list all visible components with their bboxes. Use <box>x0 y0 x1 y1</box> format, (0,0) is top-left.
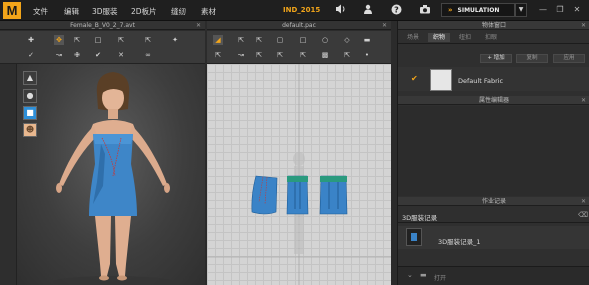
tab-fabric[interactable]: 织物 <box>428 33 450 42</box>
menu-2d-pattern[interactable]: 2D板片 <box>131 6 157 17</box>
folder-icon[interactable]: ▬ <box>362 35 372 45</box>
texture-icon[interactable]: ✕ <box>116 50 126 60</box>
window3d-close-icon[interactable]: ✕ <box>196 21 201 30</box>
history-header: 3D服装记录 <box>402 214 438 222</box>
object-browser-title: 物体窗口 <box>481 22 506 29</box>
tuck-icon[interactable]: ⇱ <box>275 50 285 60</box>
menu-bar: M 文件 编辑 3D服装 2D板片 缝纫 素材 IND_2015 ? » SIMU… <box>0 0 589 21</box>
window3d-toolbar: ✚ ✥ ⇱ □ ⇱ ⇱ ✦ ✓ ↝ ✙ ✔ ✕ ∞ <box>0 31 205 64</box>
polygon-icon[interactable]: ▢ <box>275 35 285 45</box>
history-list-item[interactable] <box>398 226 589 249</box>
select-mesh-icon[interactable]: ⇱ <box>72 35 82 45</box>
segment-sewing-icon[interactable]: ⇱ <box>213 50 223 60</box>
object-browser-close-icon[interactable]: ✕ <box>581 21 586 30</box>
fabric-swatch <box>430 69 452 91</box>
bottom-bar: ⌄ ▬ 打开 <box>398 266 589 285</box>
viewport-3d[interactable] <box>17 64 205 285</box>
simulation-button[interactable]: » SIMULATION <box>441 3 515 17</box>
avatar-pose-icon[interactable]: ✓ <box>26 50 36 60</box>
history-divider <box>398 222 589 223</box>
fold-icon[interactable]: ✙ <box>72 50 82 60</box>
circle-icon[interactable]: ○ <box>320 35 330 45</box>
close-icon[interactable]: ✕ <box>572 5 582 15</box>
window3d-title: Female_B_V0_2_7.avt <box>70 22 135 29</box>
edit-point-icon[interactable]: ⇱ <box>236 35 246 45</box>
window2d-titlebar: default.pac ✕ <box>207 21 391 30</box>
transform-pattern-icon[interactable]: ✥ <box>54 35 64 45</box>
tab-divider <box>398 43 589 44</box>
property-editor-body <box>398 106 589 196</box>
skin-display-icon[interactable]: ☻ <box>23 123 37 137</box>
simulation-play-icon: » <box>448 6 453 14</box>
tab-button[interactable]: 纽扣 <box>454 33 476 42</box>
window2d-toolbar: ◢ ⇱ ⇱ ▢ □ ○ ◇ ▬ ⇱ ↝ ⇱ ⇱ ⇱ ▩ ⇱ • <box>207 31 391 64</box>
minimize-icon[interactable]: — <box>538 5 548 15</box>
transform-2d-icon[interactable]: ◢ <box>213 35 223 45</box>
point-select-icon[interactable]: ⇱ <box>116 35 126 45</box>
fabric-selected-check-icon: ✔ <box>411 74 418 83</box>
restore-icon[interactable]: ❐ <box>555 5 565 15</box>
avatar-render <box>53 72 173 285</box>
property-editor-titlebar: 属性编辑器 ✕ <box>398 96 589 105</box>
svg-text:?: ? <box>394 5 399 14</box>
pin-icon[interactable]: ✦ <box>170 35 180 45</box>
history-delete-icon[interactable]: ⌫ <box>578 211 588 219</box>
window3d-titlebar: Female_B_V0_2_7.avt ✕ <box>0 21 205 30</box>
steam-icon[interactable]: ∞ <box>143 50 153 60</box>
fabric-name: Default Fabric <box>458 77 504 85</box>
footer-label: 打开 <box>434 275 447 282</box>
menu-materials[interactable]: 素材 <box>201 6 216 17</box>
edit-sewing-icon[interactable]: ⇱ <box>298 50 308 60</box>
window3d-side-strip <box>0 64 17 285</box>
window2d-close-icon[interactable]: ✕ <box>382 21 387 30</box>
tab-buttonhole[interactable]: 扣眼 <box>480 33 502 42</box>
button-tool-icon[interactable]: • <box>362 50 372 60</box>
tab-scene[interactable]: 场景 <box>402 33 424 42</box>
menu-3d-garment[interactable]: 3D服装 <box>92 6 118 17</box>
folder-open-icon[interactable]: ▬ <box>420 271 427 279</box>
history-thumbnail <box>406 228 422 246</box>
project-name: IND_2015 <box>283 6 321 14</box>
history-close-icon[interactable]: ✕ <box>581 197 586 206</box>
menu-file[interactable]: 文件 <box>33 6 48 17</box>
viewport-2d[interactable] <box>207 64 391 285</box>
avatar-display-icon[interactable]: ● <box>23 89 37 103</box>
graphic-icon[interactable]: ⇱ <box>342 50 352 60</box>
property-editor-close-icon[interactable]: ✕ <box>581 96 586 105</box>
window2d-title: default.pac <box>282 22 316 29</box>
user-icon[interactable] <box>361 4 375 17</box>
dart-icon[interactable]: ◇ <box>342 35 352 45</box>
edit-curve-point-icon[interactable]: ⇱ <box>254 35 264 45</box>
app-logo: M <box>3 2 21 19</box>
camera-icon[interactable] <box>418 4 432 17</box>
menu-sewing[interactable]: 缝纫 <box>171 6 186 17</box>
free-sewing-icon[interactable]: ↝ <box>236 50 246 60</box>
edit-curve-icon[interactable]: ⇱ <box>143 35 153 45</box>
tack-icon[interactable]: ↝ <box>54 50 64 60</box>
help-icon[interactable]: ? <box>389 4 403 17</box>
garment-display-icon[interactable]: ■ <box>23 106 37 120</box>
object-browser-titlebar: 物体窗口 ✕ <box>398 21 589 30</box>
measure-icon[interactable]: ✔ <box>93 50 103 60</box>
apply-fabric-button[interactable]: 应用 <box>553 54 585 63</box>
menu-edit[interactable]: 编辑 <box>64 6 79 17</box>
copy-fabric-button[interactable]: 复制 <box>516 54 548 63</box>
add-fabric-button[interactable]: + 增加 <box>480 54 512 63</box>
property-editor-title: 属性编辑器 <box>478 97 509 104</box>
simulation-label: SIMULATION <box>457 7 500 14</box>
expand-chevron-icon[interactable]: ⌄ <box>407 271 413 279</box>
history-titlebar: 作业记录 ✕ <box>398 197 589 206</box>
history-item-label: 3D服装记录_1 <box>438 238 481 246</box>
box-select-icon[interactable]: □ <box>93 35 103 45</box>
right-panel: 物体窗口 ✕ 场景 织物 纽扣 扣眼 + 增加 复制 应用 ✔ Default … <box>397 21 589 285</box>
texture-2d-icon[interactable]: ▩ <box>320 50 330 60</box>
rectangle-icon[interactable]: □ <box>298 35 308 45</box>
volume-icon[interactable] <box>333 4 347 17</box>
history-title: 作业记录 <box>481 198 506 205</box>
check-sewing-icon[interactable]: ⇱ <box>254 50 264 60</box>
pattern-layout <box>207 64 391 285</box>
select-move-icon[interactable]: ✚ <box>26 35 36 45</box>
avatar-clothing-icon[interactable]: ▲ <box>23 71 37 85</box>
simulation-dropdown-icon[interactable]: ▼ <box>515 3 527 17</box>
